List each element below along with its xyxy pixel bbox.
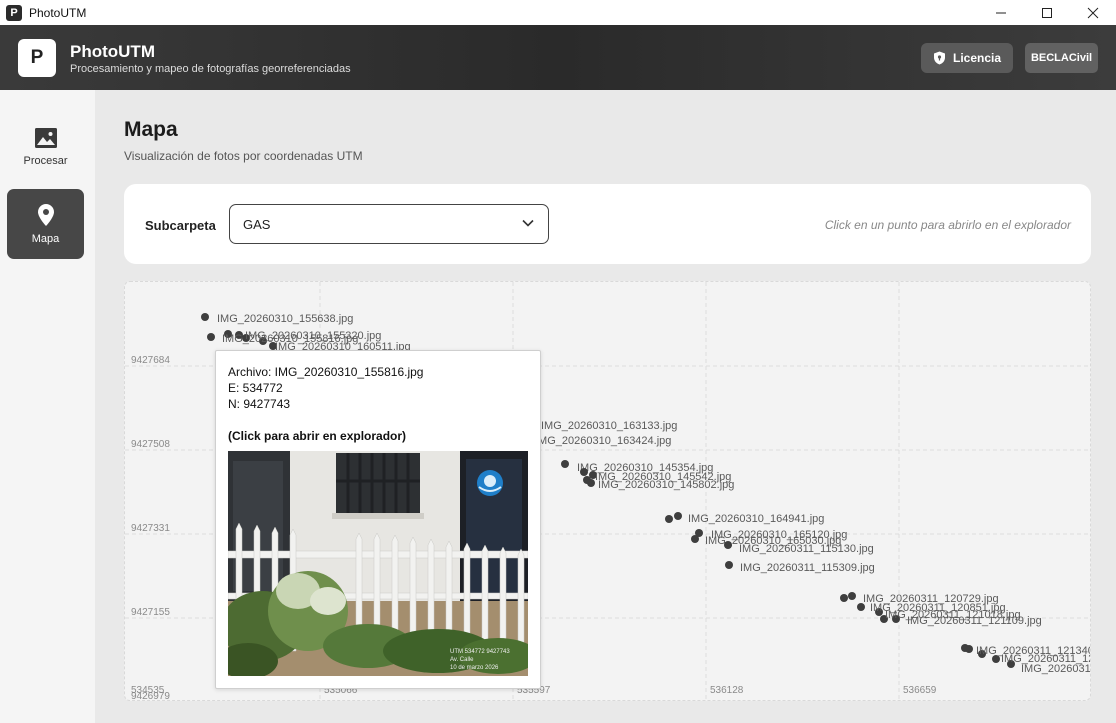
sidebar-item-label: Mapa: [31, 232, 60, 245]
window-controls: [978, 0, 1116, 25]
subcarpeta-selected-value: GAS: [243, 216, 271, 232]
filter-card: Subcarpeta GAS Click en un punto para ab…: [124, 184, 1091, 264]
minimize-icon: [996, 12, 1006, 13]
photo-point[interactable]: [848, 592, 856, 600]
photo-point-label: IMG_20260310_163424.jpg: [535, 435, 671, 447]
page-title: Mapa: [124, 118, 178, 141]
photo-point-label: IMG_20260311_122247.jpg: [1021, 663, 1091, 675]
x-tick-label: 534535: [131, 685, 165, 696]
licencia-button[interactable]: Licencia: [921, 43, 1013, 73]
photo-point[interactable]: [580, 468, 588, 476]
app-icon: P: [6, 4, 22, 21]
minimize-button[interactable]: [978, 0, 1024, 25]
y-tick-label: 9427331: [131, 523, 170, 534]
photo-point[interactable]: [724, 541, 732, 549]
close-icon: [1087, 7, 1099, 18]
photo-point-label: IMG_20260310_163133.jpg: [541, 420, 677, 432]
photo-point-label: IMG_20260311_115130.jpg: [739, 543, 874, 555]
sidebar: Procesar Mapa: [0, 90, 95, 723]
x-tick-label: 536128: [710, 685, 744, 696]
photo-point[interactable]: [561, 460, 569, 468]
photo-point-label: IMG_20260310_164941.jpg: [688, 513, 824, 525]
window-title: PhotoUTM: [29, 5, 87, 20]
tooltip-archivo: Archivo: IMG_20260310_155816.jpg: [228, 365, 424, 379]
image-icon: [34, 127, 57, 148]
tooltip-action: (Click para abrir en explorador): [228, 429, 407, 443]
photo-point-label: IMG_20260311_115309.jpg: [740, 562, 875, 574]
photo-point[interactable]: [691, 535, 699, 543]
sidebar-item-mapa[interactable]: Mapa: [7, 189, 84, 259]
svg-text:Av. Calle: Av. Calle: [450, 657, 474, 663]
map-hint: Click en un punto para abrirlo en el exp…: [824, 218, 1071, 232]
licencia-label: Licencia: [952, 51, 1002, 65]
close-button[interactable]: [1070, 0, 1116, 25]
photo-point[interactable]: [840, 594, 848, 602]
page-subtitle: Visualización de fotos por coordenadas U…: [124, 149, 363, 163]
chevron-down-icon: [522, 219, 534, 227]
photo-point[interactable]: [965, 645, 973, 653]
svg-text:UTM 534772 9427743: UTM 534772 9427743: [450, 649, 510, 655]
photo-point[interactable]: [665, 515, 673, 523]
photo-point[interactable]: [587, 479, 595, 487]
photo-point-label: IMG_20260310_155638.jpg: [217, 313, 353, 325]
subcarpeta-label: Subcarpeta: [145, 218, 216, 233]
sidebar-item-procesar[interactable]: Procesar: [7, 112, 84, 182]
app-logo: P: [18, 39, 56, 77]
svg-text:10 de marzo 2026: 10 de marzo 2026: [450, 665, 499, 671]
app-header: P PhotoUTM Procesamiento y mapeo de foto…: [0, 25, 1116, 90]
photo-preview: UTM 534772 9427743 Av. Calle 10 de marzo…: [228, 451, 528, 676]
x-tick-label: 536659: [903, 685, 937, 696]
photo-point[interactable]: [674, 512, 682, 520]
subcarpeta-select[interactable]: GAS: [229, 204, 549, 244]
app-name: PhotoUTM: [70, 42, 155, 61]
tooltip-northing: N: 9427743: [228, 397, 291, 411]
shield-icon: [933, 51, 945, 65]
photo-point-label: IMG_20260310_145802.jpg: [598, 479, 734, 491]
maximize-icon: [1042, 7, 1052, 18]
tooltip-easting: E: 534772: [228, 381, 283, 395]
map-pin-icon: [37, 203, 54, 226]
photo-point[interactable]: [725, 561, 733, 569]
app-subtitle: Procesamiento y mapeo de fotografías geo…: [70, 63, 351, 75]
photo-point[interactable]: [201, 313, 209, 321]
sidebar-item-label: Procesar: [23, 154, 68, 167]
user-button[interactable]: BECLACivil: [1025, 43, 1098, 73]
photo-point[interactable]: [207, 333, 215, 341]
y-tick-label: 9427508: [131, 439, 170, 450]
photo-tooltip[interactable]: Archivo: IMG_20260310_155816.jpg E: 5347…: [215, 350, 541, 689]
photo-point-label: IMG_20260311_121109.jpg: [907, 615, 1042, 627]
maximize-button[interactable]: [1024, 0, 1070, 25]
y-tick-label: 9427684: [131, 355, 170, 366]
y-tick-label: 9427155: [131, 607, 170, 618]
window-titlebar: P PhotoUTM: [0, 0, 1116, 25]
